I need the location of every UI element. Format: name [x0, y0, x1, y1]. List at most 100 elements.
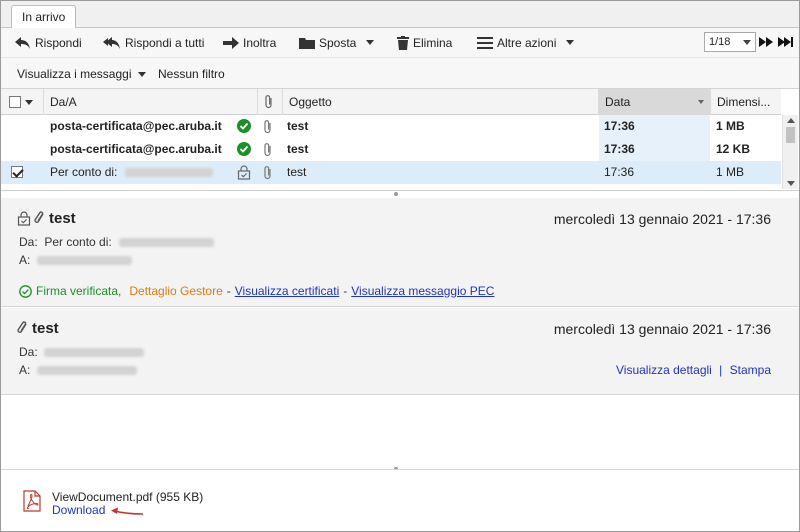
row-subject: test	[287, 142, 309, 156]
row-date: 17:36	[599, 115, 710, 138]
row-size: 12 KB	[716, 142, 751, 156]
verified-icon	[237, 115, 255, 138]
trash-icon	[397, 35, 409, 50]
attachment-info: ViewDocument.pdf (955 KB)	[52, 490, 203, 504]
column-attachment[interactable]	[257, 89, 282, 115]
lock-icon	[17, 211, 31, 226]
view-messages-label: Visualizza i messaggi	[17, 67, 132, 81]
paperclip-icon	[34, 210, 44, 223]
message-subject-text: test	[49, 210, 76, 227]
sort-down-icon	[698, 100, 704, 104]
move-button[interactable]: Sposta	[299, 28, 375, 57]
folder-icon	[299, 38, 315, 49]
message-header-inner: test mercoledì 13 gennaio 2021 - 17:36 D…	[1, 308, 799, 395]
attachment-filename: ViewDocument.pdf	[52, 490, 153, 504]
message-date: mercoledì 13 gennaio 2021 - 17:36	[553, 211, 771, 227]
download-link[interactable]: Download	[52, 503, 105, 517]
reply-label: Rispondi	[35, 35, 82, 50]
separator: -	[226, 284, 231, 298]
mail-window: In arrivo Rispondi Rispondi a tutti Inol…	[0, 0, 800, 532]
delete-label: Elimina	[413, 35, 453, 50]
redacted-address	[124, 168, 213, 178]
scroll-down-icon[interactable]	[787, 181, 795, 186]
message-from: Da:	[19, 345, 145, 359]
row-from: Per conto di:	[50, 161, 235, 184]
table-row[interactable]: posta-certificata@pec.aruba.it test 17:3…	[1, 115, 781, 138]
column-size[interactable]: Dimensi...	[710, 89, 781, 115]
redacted-address	[37, 256, 133, 266]
column-from[interactable]: Da/A	[43, 89, 257, 115]
message-subject: test	[17, 320, 59, 337]
paperclip-icon	[263, 161, 277, 184]
scroll-thumb[interactable]	[786, 127, 795, 143]
provider-detail-link[interactable]: Dettaglio Gestore	[129, 284, 222, 298]
message-header-pec: test mercoledì 13 gennaio 2021 - 17:36 D…	[1, 198, 799, 307]
forward-arrow-icon	[223, 36, 239, 49]
to-label: A:	[19, 253, 31, 267]
view-details-link[interactable]: Visualizza dettagli	[616, 363, 712, 377]
view-pec-message-link[interactable]: Visualizza messaggio PEC	[351, 284, 494, 298]
chevron-down-icon	[743, 40, 751, 45]
row-date: 17:36	[599, 161, 710, 184]
signature-bar: Firma verificata, Dettaglio Gestore - Vi…	[19, 284, 494, 298]
pdf-file-icon	[23, 490, 41, 512]
forward-label: Inoltra	[243, 35, 277, 50]
reply-button[interactable]: Rispondi	[15, 28, 82, 57]
row-size: 1 MB	[716, 165, 745, 179]
row-from-label: Per conto di:	[50, 165, 118, 179]
separator: -	[343, 284, 348, 298]
select-all-column[interactable]	[1, 89, 43, 115]
separator: |	[719, 363, 723, 377]
arrow-annotation-icon	[111, 507, 144, 515]
view-messages-dropdown[interactable]: Visualizza i messaggi	[17, 67, 146, 81]
print-link[interactable]: Stampa	[730, 363, 771, 377]
column-subject[interactable]: Oggetto	[282, 89, 598, 115]
redacted-address	[119, 238, 215, 248]
chevron-down-icon[interactable]	[25, 100, 33, 105]
more-actions-button[interactable]: Altre azioni	[477, 28, 575, 57]
lock-icon	[237, 161, 255, 184]
splitter-handle[interactable]	[394, 192, 398, 196]
select-all-checkbox[interactable]	[9, 96, 21, 108]
menu-icon	[477, 36, 493, 49]
view-bar: Visualizza i messaggi Nessun filtro	[1, 57, 799, 89]
attachment-size: (955 KB)	[155, 490, 204, 504]
tab-inbox[interactable]: In arrivo	[11, 5, 77, 29]
reply-all-icon	[103, 36, 120, 49]
attachment-area: ViewDocument.pdf (955 KB) Download	[1, 469, 799, 531]
delete-button[interactable]: Elimina	[397, 28, 452, 57]
row-subject: test	[287, 165, 307, 179]
message-from: Da: Per conto di:	[19, 235, 215, 249]
row-subject: test	[287, 119, 309, 133]
redacted-address	[44, 348, 145, 358]
row-checkbox[interactable]	[11, 166, 23, 178]
reply-all-button[interactable]: Rispondi a tutti	[103, 28, 204, 57]
to-label: A:	[19, 363, 31, 377]
paperclip-icon	[263, 138, 277, 161]
page-select[interactable]: 1/18	[704, 32, 756, 52]
view-certificates-link[interactable]: Visualizza certificati	[235, 284, 339, 298]
chevron-down-icon	[566, 40, 575, 45]
table-row[interactable]: posta-certificata@pec.aruba.it test 17:3…	[1, 138, 781, 161]
paperclip-icon	[265, 95, 272, 109]
row-size: 1 MB	[716, 119, 745, 133]
message-date: mercoledì 13 gennaio 2021 - 17:36	[553, 321, 771, 337]
filter-dropdown[interactable]: Nessun filtro	[158, 67, 225, 81]
scroll-up-icon[interactable]	[787, 118, 795, 123]
check-circle-icon	[19, 284, 32, 298]
redacted-address	[37, 366, 138, 376]
list-scrollbar[interactable]	[782, 115, 798, 189]
next-page-icon[interactable]	[759, 36, 775, 48]
message-list: Da/A Oggetto Data Dimensi... posta-certi…	[1, 89, 799, 196]
last-page-icon[interactable]	[778, 36, 794, 48]
message-to: A:	[19, 253, 133, 267]
forward-button[interactable]: Inoltra	[223, 28, 276, 57]
message-actions: Visualizza dettagli | Stampa	[616, 363, 771, 377]
column-date-label: Data	[605, 95, 631, 109]
paperclip-icon	[263, 115, 277, 138]
column-date[interactable]: Data	[598, 89, 710, 115]
table-row[interactable]: Per conto di: test 17:36 1 MB	[1, 161, 781, 184]
tab-strip: In arrivo	[1, 1, 799, 29]
chevron-down-icon	[137, 71, 146, 77]
message-body	[1, 396, 799, 471]
